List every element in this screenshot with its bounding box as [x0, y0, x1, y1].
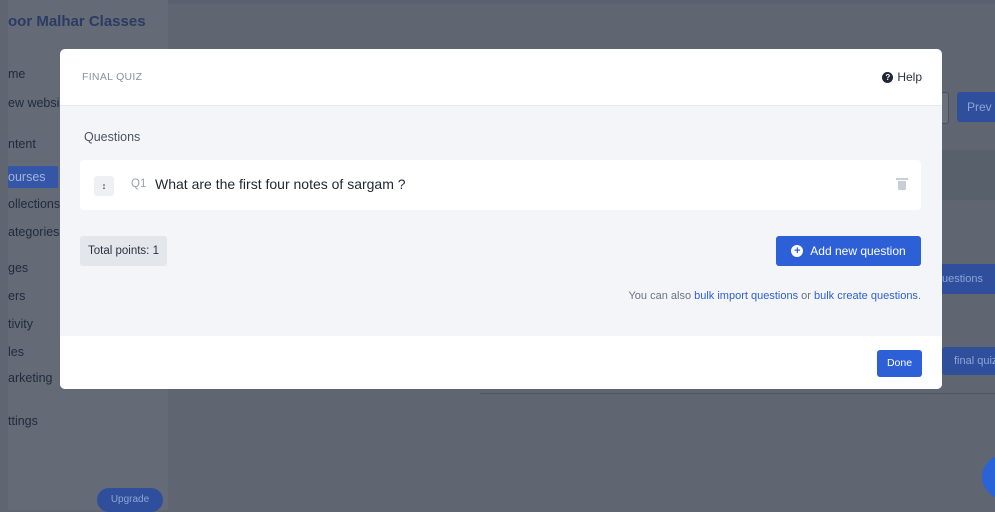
top-strip	[168, 0, 995, 4]
sidebar-item-content[interactable]: ntent	[8, 137, 36, 151]
sidebar-item-collections[interactable]: ollections	[8, 197, 60, 211]
sidebar-item-activity[interactable]: tivity	[8, 317, 33, 331]
upgrade-button[interactable]: Upgrade	[97, 488, 163, 512]
sidebar-item-categories[interactable]: ategories	[8, 225, 59, 239]
trash-icon[interactable]	[896, 178, 908, 190]
sidebar-item-courses[interactable]: ourses	[8, 166, 58, 188]
help-icon: ?	[882, 71, 894, 83]
question-text[interactable]: What are the first four notes of sargam …	[155, 176, 406, 192]
sidebar-item-home[interactable]: me	[8, 67, 25, 81]
chat-bubble-icon[interactable]	[982, 455, 995, 499]
trash-lid	[896, 178, 908, 180]
modal-body: Questions ↕ Q1 What are the first four n…	[60, 106, 942, 336]
sort-handle-icon[interactable]: ↕	[94, 176, 114, 196]
import-or: or	[798, 290, 814, 302]
trash-can	[898, 181, 906, 190]
final-quiz-modal: FINAL QUIZ ? Help Questions ↕ Q1 What ar…	[60, 49, 942, 389]
final-quiz-button[interactable]: final quiz	[942, 347, 995, 375]
bulk-import-link[interactable]: bulk import questions	[694, 290, 798, 302]
import-suffix: .	[917, 290, 921, 302]
modal-title: FINAL QUIZ	[82, 71, 143, 83]
modal-footer: Done	[60, 336, 942, 389]
sidebar-item-view-website[interactable]: ew websi	[8, 96, 59, 110]
divider	[480, 393, 995, 394]
sidebar-item-pages[interactable]: ges	[8, 261, 28, 275]
help-label: Help	[897, 70, 922, 84]
question-number: Q1	[131, 178, 147, 190]
sidebar-item-marketing[interactable]: arketing	[8, 371, 52, 385]
total-points-badge: Total points: 1	[80, 236, 167, 266]
question-row[interactable]: ↕ Q1 What are the first four notes of sa…	[80, 160, 921, 210]
plus-circle-icon: +	[791, 245, 804, 257]
sidebar-item-users[interactable]: ers	[8, 289, 25, 303]
sidebar-item-sales[interactable]: les	[8, 345, 24, 359]
bulk-create-link[interactable]: bulk create questions	[814, 290, 918, 302]
school-brand: oor Malhar Classes	[8, 13, 146, 30]
done-button[interactable]: Done	[877, 350, 922, 377]
bulk-import-hint: You can also bulk import questions or bu…	[628, 290, 921, 302]
modal-header: FINAL QUIZ ? Help	[60, 49, 942, 106]
help-link[interactable]: ? Help	[882, 70, 922, 84]
import-prefix: You can also	[628, 290, 695, 302]
add-new-question-label: Add new question	[810, 244, 906, 258]
sidebar-item-settings[interactable]: ttings	[8, 414, 38, 428]
add-new-question-button[interactable]: + Add new question	[776, 236, 921, 266]
questions-heading: Questions	[84, 130, 141, 144]
preview-button[interactable]: Prev	[957, 92, 995, 122]
